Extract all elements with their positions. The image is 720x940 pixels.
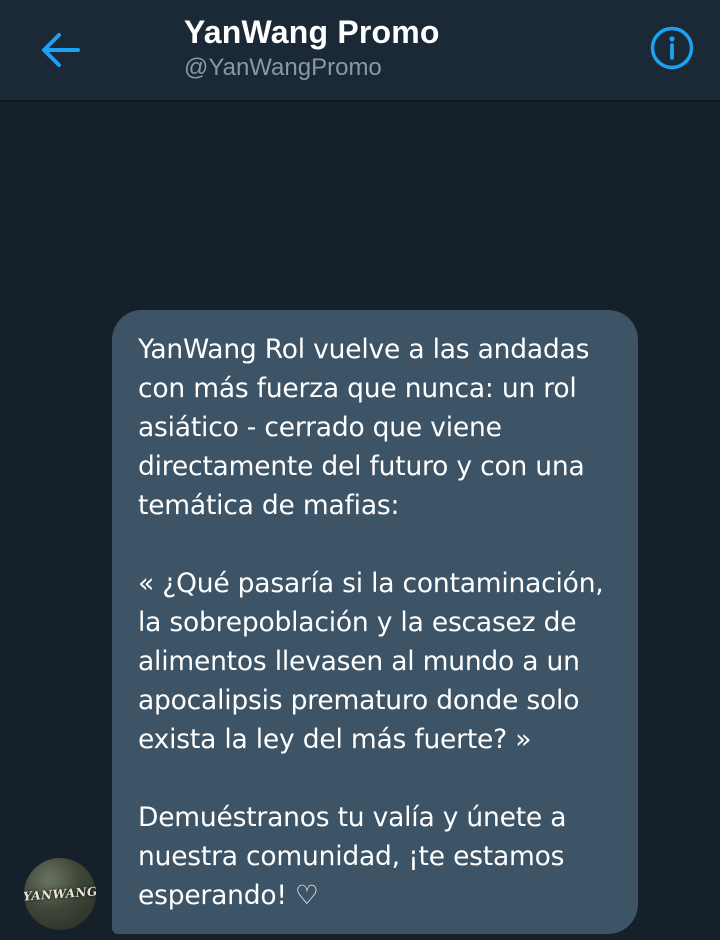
conversation-title: YanWang Promo [184,14,440,50]
message-thread[interactable]: YanWang Rol vuelve a las andadas con más… [0,102,720,940]
dm-conversation-screen: YanWang Promo @YanWangPromo YanWang Rol … [0,0,720,940]
info-icon [650,26,694,75]
avatar-logo-text: YANWANG [24,884,96,904]
conversation-handle: @YanWangPromo [184,54,382,81]
back-button[interactable] [34,28,86,76]
message-bubble[interactable]: YanWang Rol vuelve a las andadas con más… [112,310,638,934]
info-button[interactable] [646,24,698,76]
sender-avatar[interactable]: YANWANG [24,858,96,930]
conversation-header: YanWang Promo @YanWangPromo [0,0,720,102]
conversation-title-block[interactable]: YanWang Promo @YanWangPromo [184,12,440,83]
arrow-left-icon [40,32,80,73]
